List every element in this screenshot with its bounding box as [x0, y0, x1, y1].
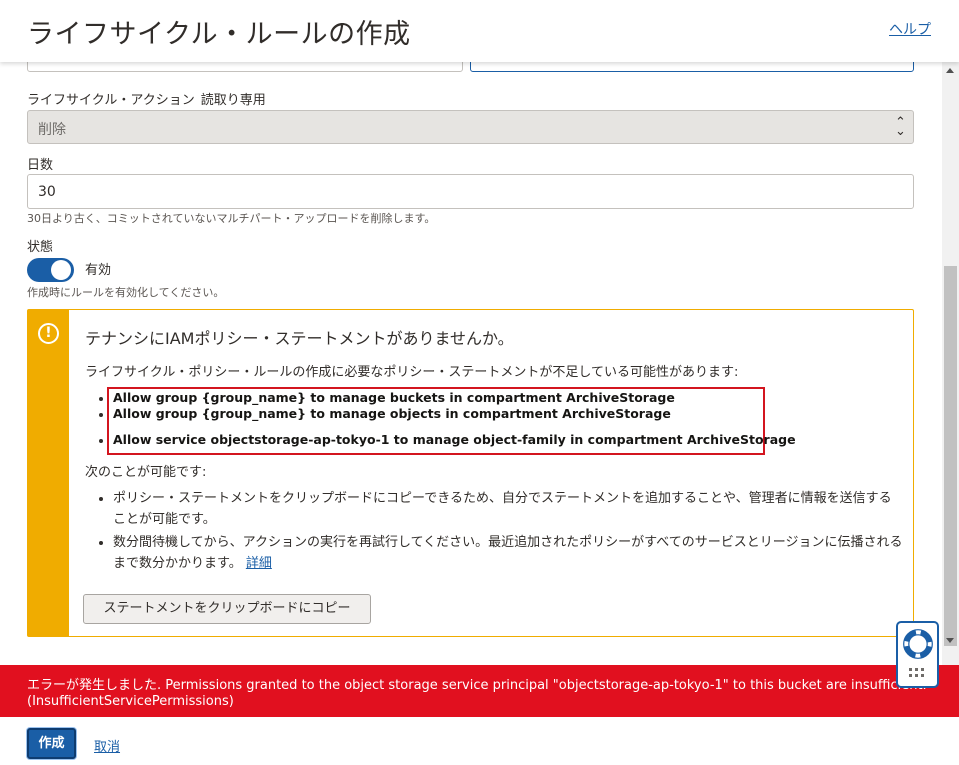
lifebuoy-icon [903, 629, 933, 659]
panel-footer: 作成 取消 [0, 717, 959, 765]
error-banner: エラーが発生しました. Permissions granted to the o… [0, 665, 959, 717]
copy-statements-button[interactable]: ステートメントをクリップボードにコピー [83, 594, 371, 624]
days-label: 日数 [27, 158, 54, 173]
bullet [99, 439, 103, 443]
warning-title: テナンシにIAMポリシー・ステートメントがありませんか。 [85, 329, 514, 348]
toggle-label: 有効 [85, 263, 112, 278]
enable-toggle[interactable] [27, 258, 74, 282]
action-label: ライフサイクル・アクション 読取り専用 [27, 89, 266, 108]
warning-bar: ! [28, 310, 69, 636]
cancel-link[interactable]: 取消 [94, 736, 120, 755]
policy-statement: Allow group {group_name} to manage objec… [113, 406, 671, 421]
error-message: エラーが発生しました. Permissions granted to the o… [27, 678, 927, 693]
bullet [99, 497, 103, 501]
create-button[interactable]: 作成 [27, 728, 76, 759]
scroll-up-arrow-icon[interactable] [946, 68, 954, 73]
days-input[interactable]: 30 [27, 174, 914, 209]
option-item: ポリシー・ステートメントをクリップボードにコピーできるため、自分でステートメント… [113, 491, 892, 527]
error-code: (InsufficientServicePermissions) [27, 694, 234, 709]
bullet [99, 413, 103, 417]
drag-handle-icon[interactable] [909, 668, 929, 682]
policy-statement: Allow group {group_name} to manage bucke… [113, 390, 675, 405]
can-do-heading: 次のことが可能です: [85, 465, 207, 480]
partial-input-field-left[interactable] [27, 62, 463, 72]
warning-icon: ! [38, 323, 59, 344]
form-content: ライフサイクル・アクション 読取り専用 削除 ⌃ ⌄ 日数 30 30日より古く、コ… [0, 62, 942, 665]
panel-header: ライフサイクル・ルールの作成 ヘルプ [0, 0, 959, 62]
select-chevron-icon: ⌃ ⌄ [895, 115, 906, 139]
partial-input-field-right[interactable] [470, 62, 914, 72]
policy-statement: Allow service objectstorage-ap-tokyo-1 t… [113, 432, 796, 447]
days-hint: 30日より古く、コミットされていないマルチパート・アップロードを削除します。 [27, 212, 436, 225]
vertical-scrollbar[interactable] [942, 62, 959, 665]
state-hint: 作成時にルールを有効化してください。 [27, 286, 225, 299]
help-link[interactable]: ヘルプ [889, 19, 931, 39]
warning-description: ライフサイクル・ポリシー・ルールの作成に必要なポリシー・ステートメントが不足して… [85, 365, 739, 380]
days-input-value: 30 [38, 184, 56, 200]
option-item-text: 数分間待機してから、アクションの実行を再試行してください。最近追加されたポリシー… [113, 535, 903, 571]
option-item: 数分間待機してから、アクションの実行を再試行してください。最近追加されたポリシー… [113, 532, 903, 574]
action-select[interactable]: 削除 ⌃ ⌄ [27, 110, 914, 144]
scroll-down-arrow-icon[interactable] [946, 638, 954, 643]
toggle-knob [51, 260, 71, 280]
iam-warning-box: ! テナンシにIAMポリシー・ステートメントがありませんか。 ライフサイクル・ポ… [27, 309, 914, 637]
scrollbar-thumb[interactable] [944, 266, 957, 646]
action-label-text: ライフサイクル・アクション [27, 93, 195, 108]
state-label: 状態 [27, 240, 54, 255]
bullet [99, 397, 103, 401]
support-widget[interactable] [896, 621, 939, 688]
bullet [99, 541, 103, 545]
page-title: ライフサイクル・ルールの作成 [27, 19, 411, 50]
details-link[interactable]: 詳細 [246, 556, 272, 571]
action-select-value: 削除 [38, 122, 66, 138]
readonly-note: 読取り専用 [200, 93, 266, 108]
